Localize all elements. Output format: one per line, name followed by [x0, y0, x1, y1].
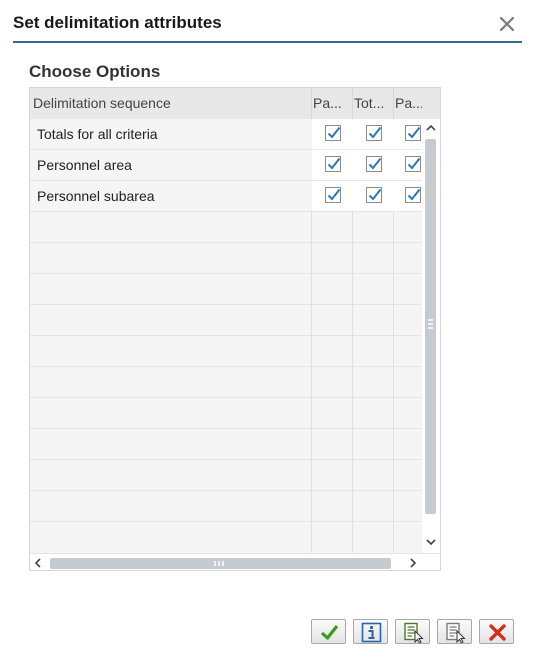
empty-row	[30, 212, 422, 243]
table-row[interactable]: Personnel area	[30, 150, 422, 181]
column-header-3[interactable]: Pa...	[395, 88, 422, 119]
select-all-button[interactable]	[395, 619, 430, 644]
checkbox[interactable]	[366, 125, 382, 141]
cancel-icon	[489, 624, 506, 641]
confirm-button[interactable]	[311, 619, 346, 644]
empty-row	[30, 522, 422, 553]
checkmark-icon	[320, 625, 339, 640]
horizontal-scrollbar[interactable]	[30, 553, 440, 570]
empty-row	[30, 491, 422, 522]
title-divider	[13, 41, 522, 43]
deselect-all-button[interactable]	[437, 619, 472, 644]
column-header-1[interactable]: Pa...	[313, 88, 350, 119]
checkbox[interactable]	[405, 187, 421, 203]
chevron-down-icon[interactable]	[425, 537, 437, 547]
empty-row	[30, 336, 422, 367]
close-icon[interactable]	[497, 14, 517, 34]
row-label: Personnel subarea	[37, 188, 155, 204]
row-label: Personnel area	[37, 157, 132, 173]
column-header-2[interactable]: Tot...	[354, 88, 391, 119]
checkbox[interactable]	[405, 156, 421, 172]
empty-row	[30, 305, 422, 336]
section-title: Choose Options	[29, 62, 161, 81]
chevron-right-icon[interactable]	[408, 557, 418, 569]
dialog-title: Set delimitation attributes	[13, 13, 222, 32]
cancel-button[interactable]	[479, 619, 514, 644]
empty-row	[30, 398, 422, 429]
checkbox[interactable]	[366, 156, 382, 172]
options-table: Delimitation sequence Pa... Tot... Pa...…	[29, 87, 441, 571]
vertical-scrollbar[interactable]	[422, 119, 440, 553]
checkbox[interactable]	[366, 187, 382, 203]
column-header-delimitation-sequence[interactable]: Delimitation sequence	[33, 88, 308, 119]
chevron-up-icon[interactable]	[425, 123, 437, 133]
chevron-left-icon[interactable]	[33, 557, 43, 569]
empty-row	[30, 429, 422, 460]
empty-row	[30, 243, 422, 274]
checkbox[interactable]	[325, 125, 341, 141]
deselect-all-icon	[446, 622, 466, 643]
table-row[interactable]: Personnel subarea	[30, 181, 422, 212]
checkbox[interactable]	[325, 187, 341, 203]
table-body: Totals for all criteria Personnel area P…	[30, 119, 422, 553]
vertical-scroll-thumb[interactable]	[425, 139, 436, 514]
info-icon	[361, 622, 382, 643]
empty-row	[30, 367, 422, 398]
row-label: Totals for all criteria	[37, 126, 158, 142]
empty-row	[30, 274, 422, 305]
table-row[interactable]: Totals for all criteria	[30, 119, 422, 150]
empty-row	[30, 460, 422, 491]
table-header: Delimitation sequence Pa... Tot... Pa...	[30, 88, 440, 120]
checkbox[interactable]	[405, 125, 421, 141]
horizontal-scroll-thumb[interactable]	[50, 558, 391, 569]
info-button[interactable]	[353, 619, 388, 644]
select-all-icon	[404, 622, 424, 643]
checkbox[interactable]	[325, 156, 341, 172]
